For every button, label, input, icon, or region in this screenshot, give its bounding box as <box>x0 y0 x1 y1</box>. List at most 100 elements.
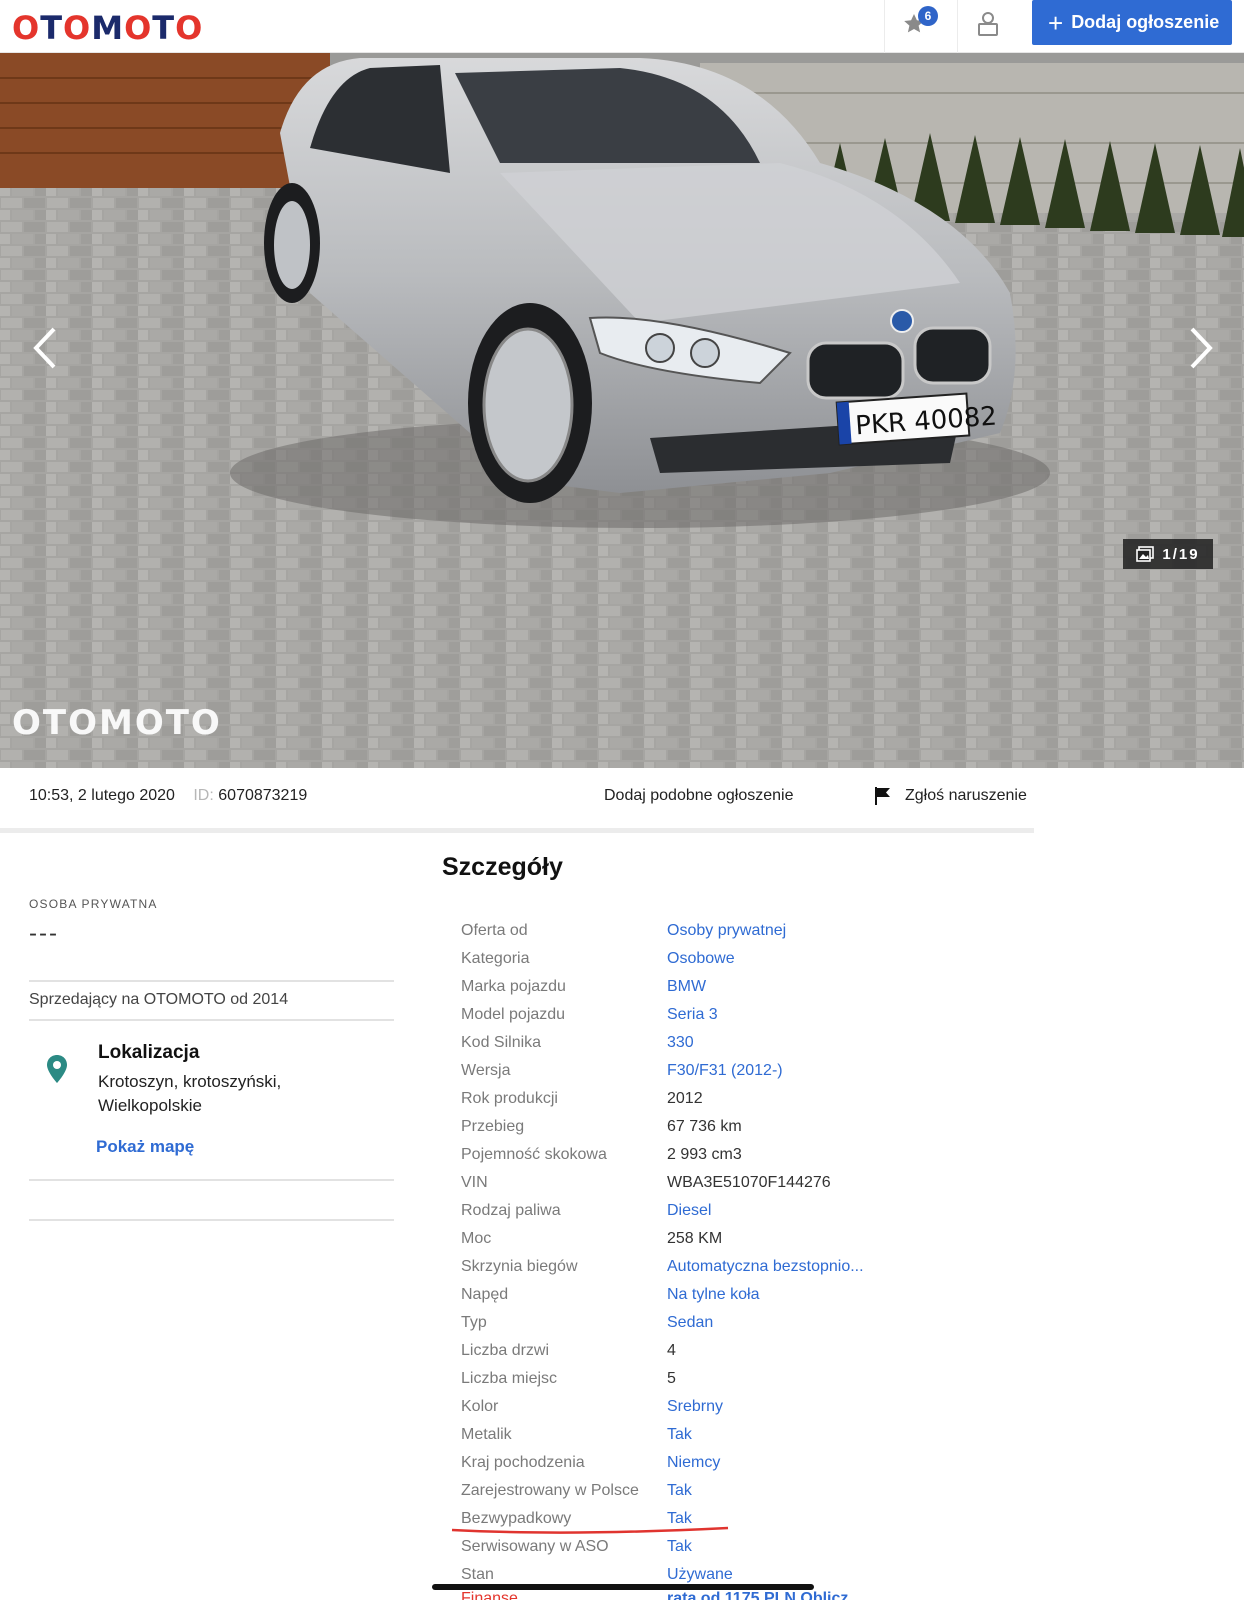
plus-icon: + <box>1048 7 1064 38</box>
logo-text: OTOMOTO <box>12 9 204 47</box>
chevron-right-icon <box>1190 327 1213 369</box>
photo-gallery[interactable]: PKR 40082 1/19 OTOMOTO <box>0 53 1244 768</box>
detail-value-link[interactable]: Automatyczna bezstopnio... <box>667 1253 864 1281</box>
car-photo: PKR 40082 <box>0 53 1244 768</box>
detail-value-link[interactable]: Tak <box>667 1421 692 1449</box>
detail-row: Przebieg 67 736 km <box>461 1113 981 1141</box>
detail-value: 258 KM <box>667 1230 723 1247</box>
location-pin-icon <box>46 1054 68 1089</box>
detail-label: Wersja <box>461 1062 511 1079</box>
listing-meta: 10:53, 2 lutego 2020 ID: 6070873219 <box>29 787 307 805</box>
report-label: Zgłoś naruszenie <box>905 787 1027 804</box>
detail-label: Kod Silnika <box>461 1034 542 1051</box>
flag-icon <box>875 787 890 805</box>
detail-label: Typ <box>461 1314 487 1331</box>
detail-label: Marka pojazdu <box>461 978 566 995</box>
detail-row: Model pojazdu Seria 3 <box>461 1001 981 1029</box>
otomoto-logo[interactable]: OTOMOTO <box>12 9 203 47</box>
listing-date: 10:53, 2 lutego 2020 <box>29 787 175 804</box>
details-table: Oferta od Osoby prywatnej Kategoria Osobowe… <box>461 917 981 1589</box>
header-divider <box>957 0 958 53</box>
seller-type: OSOBA PRYWATNA <box>29 897 158 911</box>
section-divider <box>0 828 1034 833</box>
detail-row: Typ Sedan <box>461 1309 981 1337</box>
top-header: OTOMOTO 6 + Dodaj ogłoszenie <box>0 0 1244 53</box>
detail-value-link[interactable]: Tak <box>667 1533 692 1561</box>
add-similar-link[interactable]: Dodaj podobne ogłoszenie <box>604 787 793 805</box>
detail-row: Oferta od Osoby prywatnej <box>461 917 981 945</box>
finance-value[interactable]: rata od 1175 PLN Oblicz <box>667 1590 848 1600</box>
next-photo-arrow[interactable] <box>1180 323 1220 373</box>
detail-value-link[interactable]: Srebrny <box>667 1393 723 1421</box>
details-title: Szczegóły <box>442 853 563 881</box>
favorites-count-badge: 6 <box>918 6 938 26</box>
add-listing-label: Dodaj ogłoszenie <box>1071 12 1220 32</box>
photo-counter[interactable]: 1/19 <box>1123 539 1213 569</box>
listing-id: 6070873219 <box>218 787 308 804</box>
detail-label: Napęd <box>461 1286 509 1303</box>
detail-value-link[interactable]: Tak <box>667 1477 692 1505</box>
detail-label: Rok produkcji <box>461 1090 558 1107</box>
detail-row: Skrzynia biegów Automatyczna bezstopnio..… <box>461 1253 981 1281</box>
detail-row: Liczba miejsc 5 <box>461 1365 981 1393</box>
detail-label: Kraj pochodzenia <box>461 1454 585 1471</box>
detail-row: Moc 258 KM <box>461 1225 981 1253</box>
add-listing-button[interactable]: + Dodaj ogłoszenie <box>1032 0 1232 45</box>
show-map-link[interactable]: Pokaż mapę <box>96 1137 194 1157</box>
detail-label: Metalik <box>461 1426 512 1443</box>
detail-label: Moc <box>461 1230 492 1247</box>
detail-value-link[interactable]: Sedan <box>667 1309 713 1337</box>
detail-value-link[interactable]: Niemcy <box>667 1449 720 1477</box>
divider <box>29 1019 394 1021</box>
detail-row: Liczba drzwi 4 <box>461 1337 981 1365</box>
detail-row: Napęd Na tylne koła <box>461 1281 981 1309</box>
detail-label: Przebieg <box>461 1118 525 1135</box>
detail-value: 5 <box>667 1370 676 1387</box>
detail-label: Model pojazdu <box>461 1006 566 1023</box>
red-underline-annotation <box>451 1526 729 1534</box>
detail-row: Marka pojazdu BMW <box>461 973 981 1001</box>
detail-row: Metalik Tak <box>461 1421 981 1449</box>
seller-name: --- <box>29 920 59 947</box>
detail-label: Zarejestrowany w Polsce <box>461 1482 639 1499</box>
detail-row: Kod Silnika 330 <box>461 1029 981 1057</box>
detail-value-link[interactable]: Na tylne koła <box>667 1281 760 1309</box>
detail-value: WBA3E51070F144276 <box>667 1174 831 1191</box>
detail-value-link[interactable]: F30/F31 (2012-) <box>667 1057 783 1085</box>
detail-value: 2 993 cm3 <box>667 1146 742 1163</box>
report-link[interactable]: Zgłoś naruszenie <box>873 786 1027 806</box>
detail-value: 2012 <box>667 1090 703 1107</box>
detail-label: Liczba miejsc <box>461 1370 558 1387</box>
detail-label: Skrzynia biegów <box>461 1258 578 1275</box>
favorites-button[interactable]: 6 <box>900 6 940 44</box>
detail-value-link[interactable]: 330 <box>667 1029 694 1057</box>
detail-row: Pojemność skokowa 2 993 cm3 <box>461 1141 981 1169</box>
divider <box>29 980 394 982</box>
detail-label: Serwisowany w ASO <box>461 1538 609 1555</box>
detail-label: Pojemność skokowa <box>461 1146 607 1163</box>
detail-value-link[interactable]: Diesel <box>667 1197 711 1225</box>
prev-photo-arrow[interactable] <box>26 323 66 373</box>
home-indicator <box>432 1584 814 1590</box>
detail-row: Kategoria Osobowe <box>461 945 981 973</box>
divider <box>29 1179 394 1181</box>
location-address: Krotoszyn, krotoszyński, Wielkopolskie <box>98 1072 282 1115</box>
detail-value-link[interactable]: Osoby prywatnej <box>667 917 786 945</box>
detail-value-link[interactable]: Osobowe <box>667 945 735 973</box>
user-lock-icon <box>978 12 998 36</box>
otomoto-watermark: OTOMOTO <box>12 703 222 743</box>
detail-label: Kolor <box>461 1398 499 1415</box>
detail-label: Kategoria <box>461 950 530 967</box>
images-icon <box>1136 546 1155 562</box>
detail-label: VIN <box>461 1174 488 1191</box>
detail-value: 4 <box>667 1342 676 1359</box>
listing-id-label: ID: <box>193 787 214 804</box>
detail-value-link[interactable]: Seria 3 <box>667 1001 718 1029</box>
detail-row: VIN WBA3E51070F144276 <box>461 1169 981 1197</box>
detail-row: Kolor Srebrny <box>461 1393 981 1421</box>
account-button[interactable] <box>976 10 1006 42</box>
finance-label: Finanse <box>461 1590 518 1600</box>
detail-row: Rodzaj paliwa Diesel <box>461 1197 981 1225</box>
detail-row: Wersja F30/F31 (2012-) <box>461 1057 981 1085</box>
detail-value-link[interactable]: BMW <box>667 973 706 1001</box>
